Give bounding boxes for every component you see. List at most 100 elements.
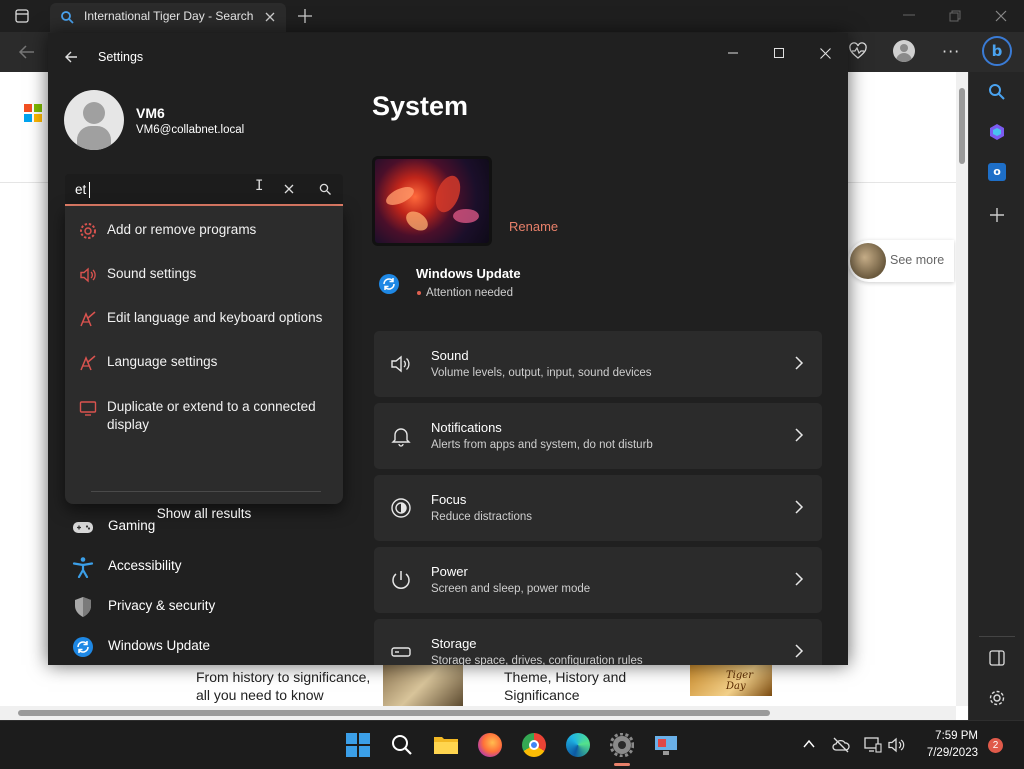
chrome-button[interactable] — [520, 731, 548, 759]
nav-item-privacy-security[interactable]: Privacy & security — [72, 591, 332, 621]
minimize-icon — [728, 52, 738, 54]
suggestion-edit-language-keyboard[interactable]: Edit language and keyboard options — [65, 298, 343, 338]
outlook-icon[interactable]: o — [988, 163, 1006, 181]
add-icon[interactable] — [990, 208, 1004, 222]
page-title: System — [372, 91, 469, 121]
chevron-right-icon — [795, 644, 804, 658]
bing-copilot-icon[interactable]: b — [982, 36, 1012, 66]
user-avatar[interactable] — [64, 90, 124, 150]
user-email: VM6@collabnet.local — [136, 124, 245, 136]
monitor-icon — [79, 401, 97, 416]
gear-icon — [80, 223, 96, 239]
active-app-indicator — [614, 763, 630, 766]
cloud-offline-icon[interactable] — [832, 737, 850, 753]
card-description: Reduce distractions — [431, 511, 532, 523]
browser-tab[interactable]: International Tiger Day - Search — [50, 3, 286, 32]
suggestion-label: Add or remove programs — [107, 222, 257, 237]
chevron-right-icon — [795, 500, 804, 514]
notification-badge[interactable]: 2 — [988, 738, 1003, 753]
clock-time[interactable]: 7:59 PM — [920, 730, 978, 742]
health-icon[interactable] — [849, 42, 867, 60]
maximize-button[interactable] — [756, 39, 802, 67]
minimize-button[interactable] — [710, 39, 756, 67]
start-button[interactable] — [344, 731, 372, 759]
card-focus[interactable]: Focus Reduce distractions — [374, 475, 822, 541]
card-title: Notifications — [431, 420, 502, 435]
split-view-icon[interactable] — [989, 650, 1005, 666]
minimize-icon[interactable] — [903, 14, 915, 18]
card-sound[interactable]: Sound Volume levels, output, input, soun… — [374, 331, 822, 397]
update-icon — [379, 274, 399, 294]
window-title: Settings — [98, 50, 144, 64]
card-title: Sound — [431, 348, 469, 363]
card-title: Focus — [431, 492, 467, 507]
copilot-icon[interactable] — [988, 123, 1006, 141]
desktop-wallpaper-preview[interactable] — [372, 156, 492, 246]
search-input[interactable]: et — [75, 182, 86, 197]
settings-gear-icon[interactable] — [988, 689, 1006, 707]
see-more-chip[interactable]: See more — [848, 240, 954, 282]
restore-icon[interactable] — [949, 10, 961, 22]
network-icon[interactable] — [864, 737, 882, 753]
search-icon — [61, 11, 74, 24]
card-title: Power — [431, 564, 468, 579]
firefox-button[interactable] — [476, 731, 504, 759]
volume-icon[interactable] — [888, 737, 906, 753]
tab-actions-icon[interactable] — [14, 8, 30, 24]
taskbar-search-button[interactable] — [388, 731, 416, 759]
windows-update-status[interactable]: Windows Update Attention needed — [378, 261, 678, 305]
clear-search-icon[interactable] — [284, 184, 294, 194]
see-more-link: See more — [890, 253, 945, 267]
card-description: Storage space, drives, configuration rul… — [431, 655, 643, 665]
chevron-right-icon — [795, 428, 804, 442]
nav-item-accessibility[interactable]: Accessibility — [72, 551, 332, 581]
close-icon — [819, 47, 831, 59]
card-description: Screen and sleep, power mode — [431, 583, 591, 595]
nav-item-windows-update[interactable]: Windows Update — [72, 631, 332, 661]
text-cursor — [89, 182, 90, 198]
settings-gear-icon — [610, 733, 634, 757]
edge-button[interactable] — [564, 731, 592, 759]
speaker-icon — [80, 267, 96, 283]
close-icon[interactable] — [995, 10, 1007, 22]
suggestion-sound-settings[interactable]: Sound settings — [65, 254, 343, 294]
card-power[interactable]: Power Screen and sleep, power mode — [374, 547, 822, 613]
story-thumbnail-1[interactable] — [383, 662, 463, 706]
profile-avatar[interactable] — [893, 40, 915, 62]
close-button[interactable] — [802, 39, 848, 67]
close-tab-icon[interactable] — [264, 11, 276, 23]
nav-item-label: Windows Update — [108, 638, 211, 653]
card-description: Alerts from apps and system, do not dist… — [431, 439, 653, 451]
suggestion-language-settings[interactable]: Language settings — [65, 342, 343, 382]
settings-taskbar-button[interactable] — [608, 731, 636, 759]
new-tab-icon[interactable] — [297, 8, 313, 24]
story-thumbnail-2[interactable]: Tiger Day — [690, 662, 772, 696]
power-icon — [392, 571, 410, 589]
card-notifications[interactable]: Notifications Alerts from apps and syste… — [374, 403, 822, 469]
show-all-results-button[interactable]: Show all results — [65, 506, 343, 521]
story-text-2[interactable]: Theme, History and Significance — [504, 668, 674, 704]
search-icon[interactable] — [988, 83, 1006, 101]
vertical-scrollbar[interactable] — [956, 72, 968, 706]
windows-logo-icon — [346, 733, 370, 757]
settings-search-box[interactable]: et I — [65, 174, 343, 206]
search-icon[interactable] — [319, 183, 331, 195]
card-storage[interactable]: Storage Storage space, drives, configura… — [374, 619, 822, 665]
horizontal-scrollbar[interactable] — [0, 706, 956, 720]
suggestion-duplicate-extend-display[interactable]: Duplicate or extend to a connected displ… — [65, 387, 343, 437]
chevron-up-icon[interactable] — [803, 739, 815, 749]
suggestion-add-remove-programs[interactable]: Add or remove programs — [65, 210, 343, 250]
back-icon[interactable] — [64, 50, 78, 64]
clock-date[interactable]: 7/29/2023 — [916, 747, 978, 759]
update-status: Attention needed — [426, 287, 513, 299]
edge-icon — [566, 733, 590, 757]
back-icon[interactable] — [18, 43, 36, 61]
story-text-1[interactable]: From history to significance, all you ne… — [196, 668, 376, 704]
language-icon — [80, 355, 96, 371]
remote-desktop-button[interactable] — [652, 731, 680, 759]
more-icon[interactable]: ··· — [942, 42, 960, 61]
update-icon — [73, 637, 93, 657]
rename-link[interactable]: Rename — [509, 219, 558, 234]
accessibility-icon — [72, 557, 94, 578]
file-explorer-button[interactable] — [432, 731, 460, 759]
